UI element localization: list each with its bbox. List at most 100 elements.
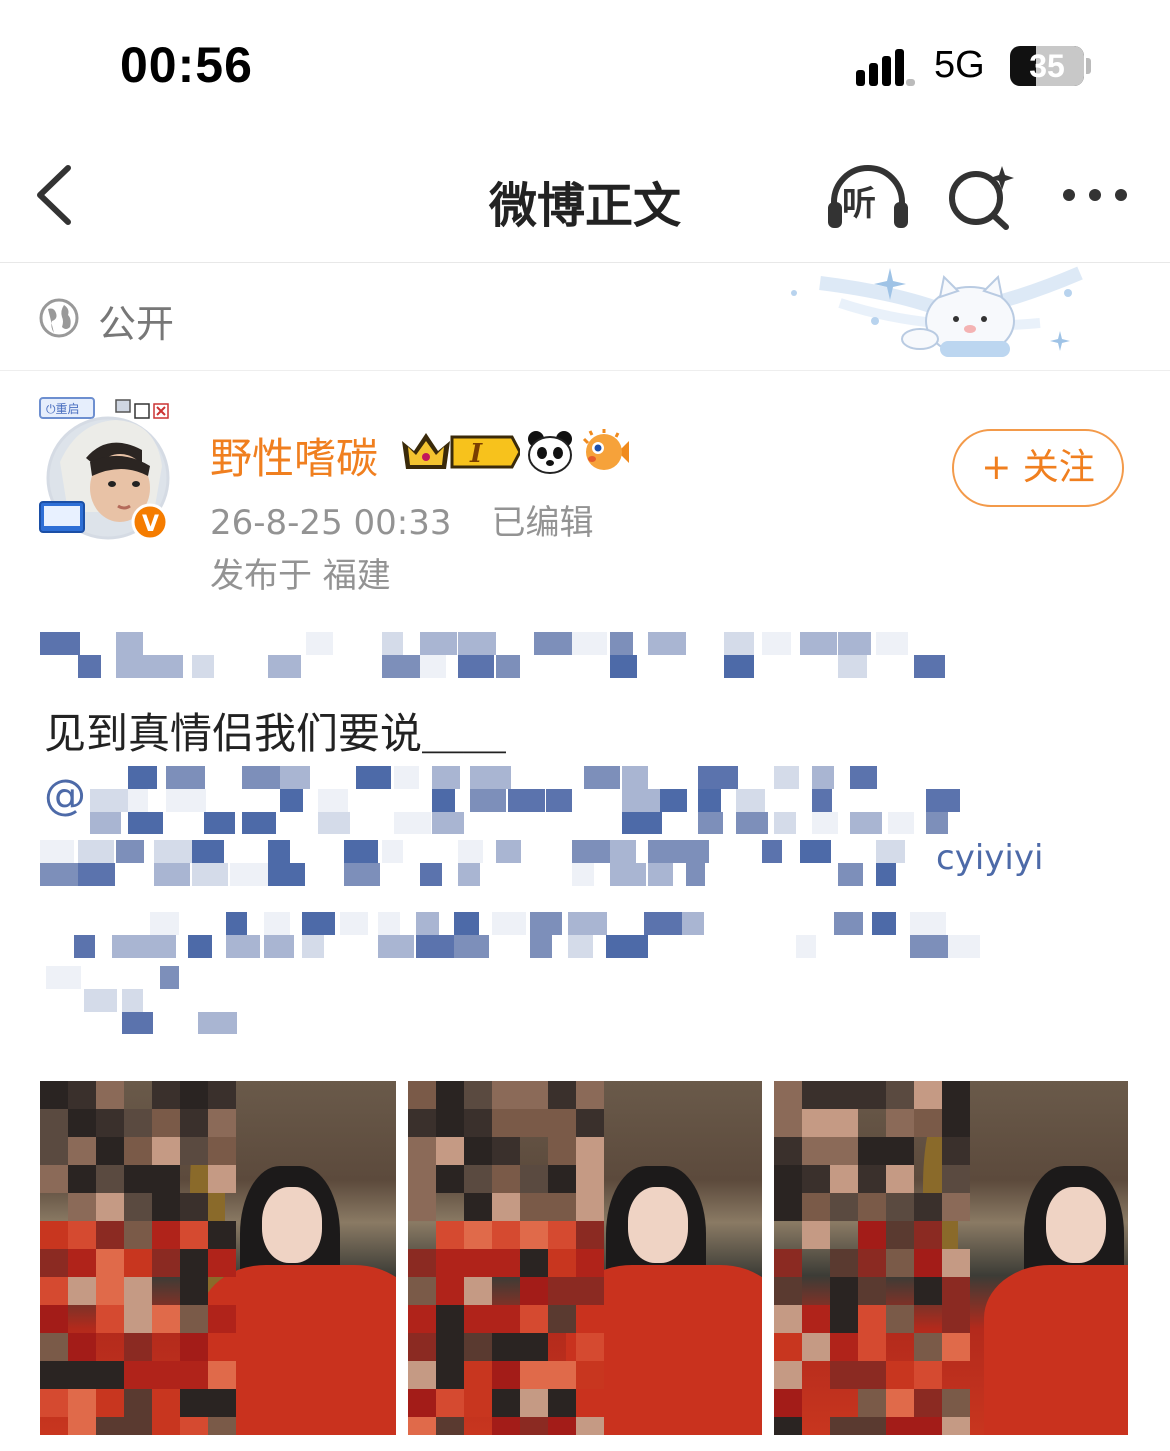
mosaic-block [208, 1109, 236, 1137]
mosaic-block [40, 1165, 68, 1193]
post-image-1[interactable] [40, 1081, 396, 1435]
follow-button[interactable]: + 关注 [952, 429, 1124, 507]
mosaic-block [686, 840, 709, 863]
mosaic-block [264, 912, 290, 935]
avatar[interactable]: ⏻重启 V [38, 392, 172, 542]
mosaic-block [548, 1361, 576, 1389]
mosaic-block [264, 934, 295, 958]
mosaic-block [548, 1109, 576, 1137]
mosaic-block [408, 1193, 436, 1221]
mention-prefix[interactable]: @ [44, 770, 86, 819]
mosaic-block [122, 1011, 153, 1035]
mosaic-block [576, 1277, 604, 1305]
mosaic-block [124, 1389, 152, 1417]
mosaic-block [910, 934, 949, 958]
mosaic-block [192, 840, 224, 863]
mosaic-block [492, 1333, 520, 1361]
mosaic-block [230, 862, 270, 886]
more-icon[interactable] [1060, 184, 1130, 206]
mosaic-block [648, 862, 674, 886]
mosaic-block [68, 1277, 96, 1305]
mosaic-block [774, 1389, 802, 1417]
mosaic-block [470, 766, 511, 789]
mosaic-block [84, 988, 117, 1012]
mosaic-block [606, 934, 648, 958]
mosaic-block [762, 632, 792, 655]
username[interactable]: 野性嗜碳 [210, 425, 378, 486]
mosaic-block [812, 766, 834, 789]
mosaic-block [942, 1193, 970, 1221]
mosaic-block [464, 1137, 492, 1165]
mosaic-block [416, 934, 456, 958]
mosaic-block [942, 1389, 970, 1417]
mosaic-block [914, 1249, 942, 1277]
mosaic-block [800, 840, 832, 863]
edited-label[interactable]: 已编辑 [492, 503, 594, 543]
mosaic-block [180, 1389, 208, 1417]
mosaic-block [802, 1305, 830, 1333]
mosaic-block [408, 1305, 436, 1333]
mosaic-block [180, 1193, 208, 1221]
mosaic-block [530, 912, 563, 935]
mosaic-block [520, 1389, 548, 1417]
mosaic-block [914, 1277, 942, 1305]
mosaic-block [492, 1417, 520, 1435]
mosaic-block [774, 1109, 802, 1137]
mosaic-block [520, 1165, 548, 1193]
mosaic-block [416, 912, 440, 935]
mosaic-block [464, 1193, 492, 1221]
mosaic-block [492, 1305, 520, 1333]
mosaic-block [548, 1137, 576, 1165]
censored-line-5 [46, 966, 238, 1035]
mosaic-block [886, 1361, 914, 1389]
mosaic-block [492, 1165, 520, 1193]
mosaic-block [830, 1361, 858, 1389]
mosaic-block [492, 1361, 520, 1389]
mosaic-block [660, 788, 687, 812]
mosaic-block [576, 1081, 604, 1109]
mosaic-block [492, 1109, 520, 1137]
mosaic-block [622, 788, 664, 812]
mosaic-block [546, 788, 573, 812]
post-image-3[interactable] [774, 1081, 1128, 1435]
mosaic-block [40, 632, 80, 655]
visibility-label: 公开 [98, 302, 175, 346]
mosaic-block [576, 1109, 604, 1137]
mosaic-block [122, 988, 143, 1012]
mosaic-block [886, 1417, 914, 1435]
mosaic-block [78, 654, 102, 678]
post-image-2[interactable] [408, 1081, 762, 1435]
mosaic-block [436, 1361, 464, 1389]
mosaic-block [128, 788, 148, 812]
mosaic-block [942, 1277, 970, 1305]
listen-button[interactable]: 听 [826, 162, 910, 232]
mosaic-block [576, 1137, 604, 1165]
mosaic-block [180, 1249, 208, 1277]
mosaic-block [576, 1249, 604, 1277]
mosaic-block [914, 654, 946, 678]
mosaic-block [914, 1081, 942, 1109]
mosaic-block [464, 1389, 492, 1417]
mosaic-block [774, 1249, 802, 1277]
mosaic-block [914, 1221, 942, 1249]
mosaic-block [180, 1109, 208, 1137]
mosaic-block [886, 1193, 914, 1221]
mosaic-block [152, 1137, 180, 1165]
mosaic-block [154, 654, 184, 678]
mosaic-block [68, 1081, 96, 1109]
mosaic-block [520, 1249, 548, 1277]
mosaic-block [124, 1249, 152, 1277]
mosaic-block [576, 1333, 604, 1361]
mention-handle[interactable]: cyiyiyi [936, 838, 1043, 878]
mosaic-block [774, 1193, 802, 1221]
mosaic-block [408, 1277, 436, 1305]
mosaic-block [436, 1165, 464, 1193]
mosaic-block [40, 1277, 68, 1305]
censored-line-1 [40, 632, 946, 678]
search-sparkle-icon[interactable] [946, 164, 1016, 230]
mosaic-block [124, 1361, 152, 1389]
mosaic-block [408, 1333, 436, 1361]
mosaic-block [520, 1109, 548, 1137]
mosaic-block [68, 1361, 96, 1389]
mosaic-block [208, 1417, 236, 1435]
